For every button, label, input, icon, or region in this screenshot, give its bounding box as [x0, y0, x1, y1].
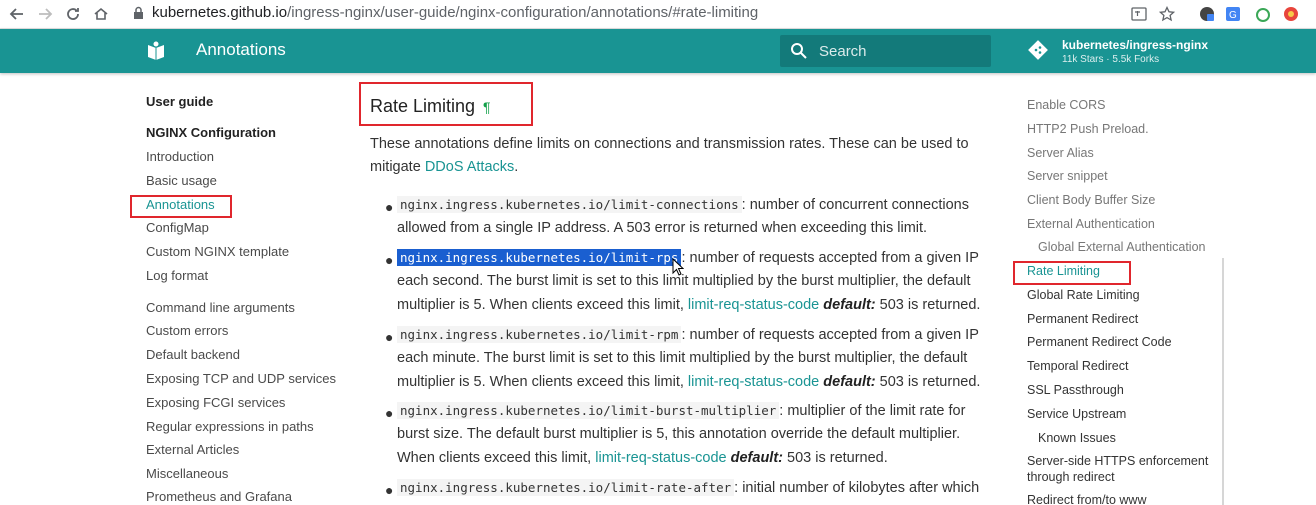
google-translate-icon[interactable]: G [1222, 3, 1244, 25]
toc-item[interactable]: Server Alias [1027, 146, 1094, 160]
toc-item[interactable]: through redirect [1027, 470, 1115, 484]
toc-item[interactable]: External Authentication [1027, 217, 1155, 231]
lock-icon[interactable] [133, 6, 144, 25]
url-host: kubernetes.github.io [152, 4, 288, 21]
nav-item-basic-usage[interactable]: Basic usage [146, 173, 217, 188]
list-item: nginx.ingress.kubernetes.io/limit-burst-… [397, 399, 982, 470]
extension-icon[interactable] [1196, 3, 1218, 25]
forward-button[interactable] [34, 3, 56, 25]
repo-stats: 11k Stars · 5.5k Forks [1062, 54, 1160, 65]
bullet-point: ● [385, 329, 394, 345]
toc-item[interactable]: Global Rate Limiting [1027, 288, 1140, 302]
permalink-anchor[interactable]: ¶ [483, 99, 491, 115]
toc-item[interactable]: Temporal Redirect [1027, 359, 1128, 373]
forward-arrow-icon [39, 8, 53, 20]
limit-req-status-code-link[interactable]: limit-req-status-code [688, 297, 819, 313]
home-button[interactable] [90, 3, 112, 25]
default-label: default: [823, 373, 876, 390]
toc-item[interactable]: Known Issues [1038, 431, 1116, 445]
toc-item[interactable]: Redirect from/to www [1027, 493, 1146, 505]
apple-extension-icon[interactable] [1252, 3, 1274, 25]
toc-item[interactable]: Enable CORS [1027, 98, 1106, 112]
nav-item-exposing-fcgi[interactable]: Exposing FCGI services [146, 395, 285, 410]
nav-item-command-line-arguments[interactable]: Command line arguments [146, 300, 295, 315]
site-header: Annotations Search kubernetes/ingress-ng… [0, 29, 1316, 73]
toc-item[interactable]: Server-side HTTPS enforcement [1027, 454, 1208, 468]
annotation-key: nginx.ingress.kubernetes.io/limit-rate-a… [397, 479, 735, 496]
limit-req-status-code-link[interactable]: limit-req-status-code [595, 450, 726, 466]
ddos-attacks-link[interactable]: DDoS Attacks [425, 159, 514, 175]
nav-section-nginx-configuration[interactable]: NGINX Configuration [146, 125, 276, 140]
toc-item[interactable]: Global External Authentication [1038, 240, 1205, 254]
bullet-point: ● [385, 199, 394, 215]
search-input[interactable]: Search [780, 35, 991, 67]
translate-icon[interactable] [1128, 3, 1150, 25]
list-item: nginx.ingress.kubernetes.io/limit-rate-a… [397, 476, 982, 500]
nav-section-user-guide[interactable]: User guide [146, 94, 213, 109]
toc-item-rate-limiting[interactable]: Rate Limiting [1027, 264, 1100, 278]
mouse-cursor-icon [672, 257, 685, 281]
nav-item-prometheus-grafana[interactable]: Prometheus and Grafana [146, 489, 292, 504]
back-button[interactable] [6, 3, 28, 25]
nav-item-custom-nginx-template[interactable]: Custom NGINX template [146, 244, 289, 259]
toc-item[interactable]: Service Upstream [1027, 407, 1126, 421]
list-item: nginx.ingress.kubernetes.io/limit-rps: n… [397, 246, 982, 317]
toc-item[interactable]: Client Body Buffer Size [1027, 193, 1155, 207]
annotation-key: nginx.ingress.kubernetes.io/limit-connec… [397, 196, 742, 213]
list-item: nginx.ingress.kubernetes.io/limit-rpm: n… [397, 323, 982, 394]
svg-text:G: G [1229, 10, 1237, 21]
annotation-key: nginx.ingress.kubernetes.io/limit-burst-… [397, 402, 780, 419]
bullet-point: ● [385, 405, 394, 421]
nav-item-miscellaneous[interactable]: Miscellaneous [146, 466, 228, 481]
toc-scrollbar[interactable] [1222, 258, 1224, 505]
back-arrow-icon [9, 8, 23, 20]
reload-icon [67, 8, 79, 20]
toc-item[interactable]: Permanent Redirect [1027, 312, 1138, 326]
default-label: default: [823, 296, 876, 313]
section-heading: Rate Limiting ¶ [370, 96, 491, 117]
default-value: 503 is returned. [875, 373, 981, 390]
nav-item-custom-errors[interactable]: Custom errors [146, 323, 228, 338]
book-logo-icon[interactable] [146, 41, 166, 66]
page-title: Annotations [196, 40, 286, 59]
nav-item-annotations[interactable]: Annotations [146, 197, 215, 212]
toc-item[interactable]: HTTP2 Push Preload. [1027, 122, 1149, 136]
reload-button[interactable] [62, 3, 84, 25]
nav-item-default-backend[interactable]: Default backend [146, 347, 240, 362]
annotation-key-selected: nginx.ingress.kubernetes.io/limit-rps [397, 249, 682, 266]
default-value: 503 is returned. [782, 449, 888, 466]
annotation-description: : initial number of kilobytes after whic… [734, 480, 980, 496]
flower-extension-icon[interactable] [1280, 3, 1302, 25]
default-value: 503 is returned. [875, 296, 981, 313]
nav-item-configmap[interactable]: ConfigMap [146, 220, 209, 235]
bullet-point: ● [385, 482, 394, 498]
annotation-key: nginx.ingress.kubernetes.io/limit-rpm [397, 326, 682, 343]
heading-text: Rate Limiting [370, 96, 476, 116]
search-placeholder: Search [819, 43, 867, 60]
bookmark-star-icon[interactable] [1156, 3, 1178, 25]
nav-item-regular-expressions[interactable]: Regular expressions in paths [146, 419, 314, 434]
bullet-point: ● [385, 252, 394, 268]
nav-item-external-articles[interactable]: External Articles [146, 442, 239, 457]
repo-link[interactable]: kubernetes/ingress-nginx [1062, 38, 1208, 52]
intro-paragraph: These annotations define limits on conne… [370, 133, 980, 179]
nav-item-log-format[interactable]: Log format [146, 268, 208, 283]
default-label: default: [730, 449, 783, 466]
address-bar[interactable]: kubernetes.github.io/ingress-nginx/user-… [152, 4, 758, 21]
toc-item[interactable]: Permanent Redirect Code [1027, 335, 1172, 349]
intro-end: . [514, 159, 519, 175]
home-icon [94, 7, 108, 20]
nav-item-exposing-tcp-udp[interactable]: Exposing TCP and UDP services [146, 371, 336, 386]
list-item: nginx.ingress.kubernetes.io/limit-connec… [397, 193, 982, 241]
browser-toolbar: kubernetes.github.io/ingress-nginx/user-… [0, 0, 1316, 29]
url-path: /ingress-nginx/user-guide/nginx-configur… [287, 4, 759, 21]
nav-item-introduction[interactable]: Introduction [146, 149, 214, 164]
toc-item[interactable]: Server snippet [1027, 169, 1108, 183]
search-icon [790, 42, 808, 65]
toc-item[interactable]: SSL Passthrough [1027, 383, 1124, 397]
limit-req-status-code-link[interactable]: limit-req-status-code [688, 374, 819, 390]
git-diamond-icon[interactable] [1028, 40, 1048, 65]
